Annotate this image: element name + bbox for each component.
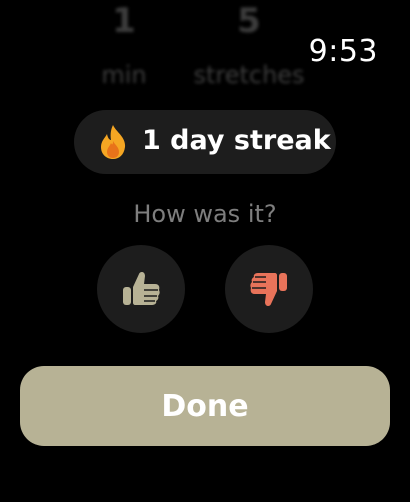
streak-label: 1 day streak xyxy=(142,125,331,156)
done-button[interactable]: Done xyxy=(20,366,390,446)
thumbs-up-icon xyxy=(123,271,160,305)
stretches-value: 5 xyxy=(237,1,261,41)
status-time: 9:53 xyxy=(308,34,378,69)
flame-icon xyxy=(101,125,126,159)
streak-badge: 1 day streak xyxy=(74,110,336,174)
thumbs-down-button[interactable] xyxy=(225,245,313,333)
minutes-value: 1 xyxy=(112,1,136,41)
stretches-stat: 5 stretches xyxy=(178,0,320,90)
minutes-stat: 1 min xyxy=(92,0,156,90)
minutes-unit: min xyxy=(101,61,147,89)
thumbs-down-icon xyxy=(250,273,287,307)
feedback-question: How was it? xyxy=(133,200,277,228)
thumbs-up-button[interactable] xyxy=(97,245,185,333)
stretches-unit: stretches xyxy=(193,61,305,89)
